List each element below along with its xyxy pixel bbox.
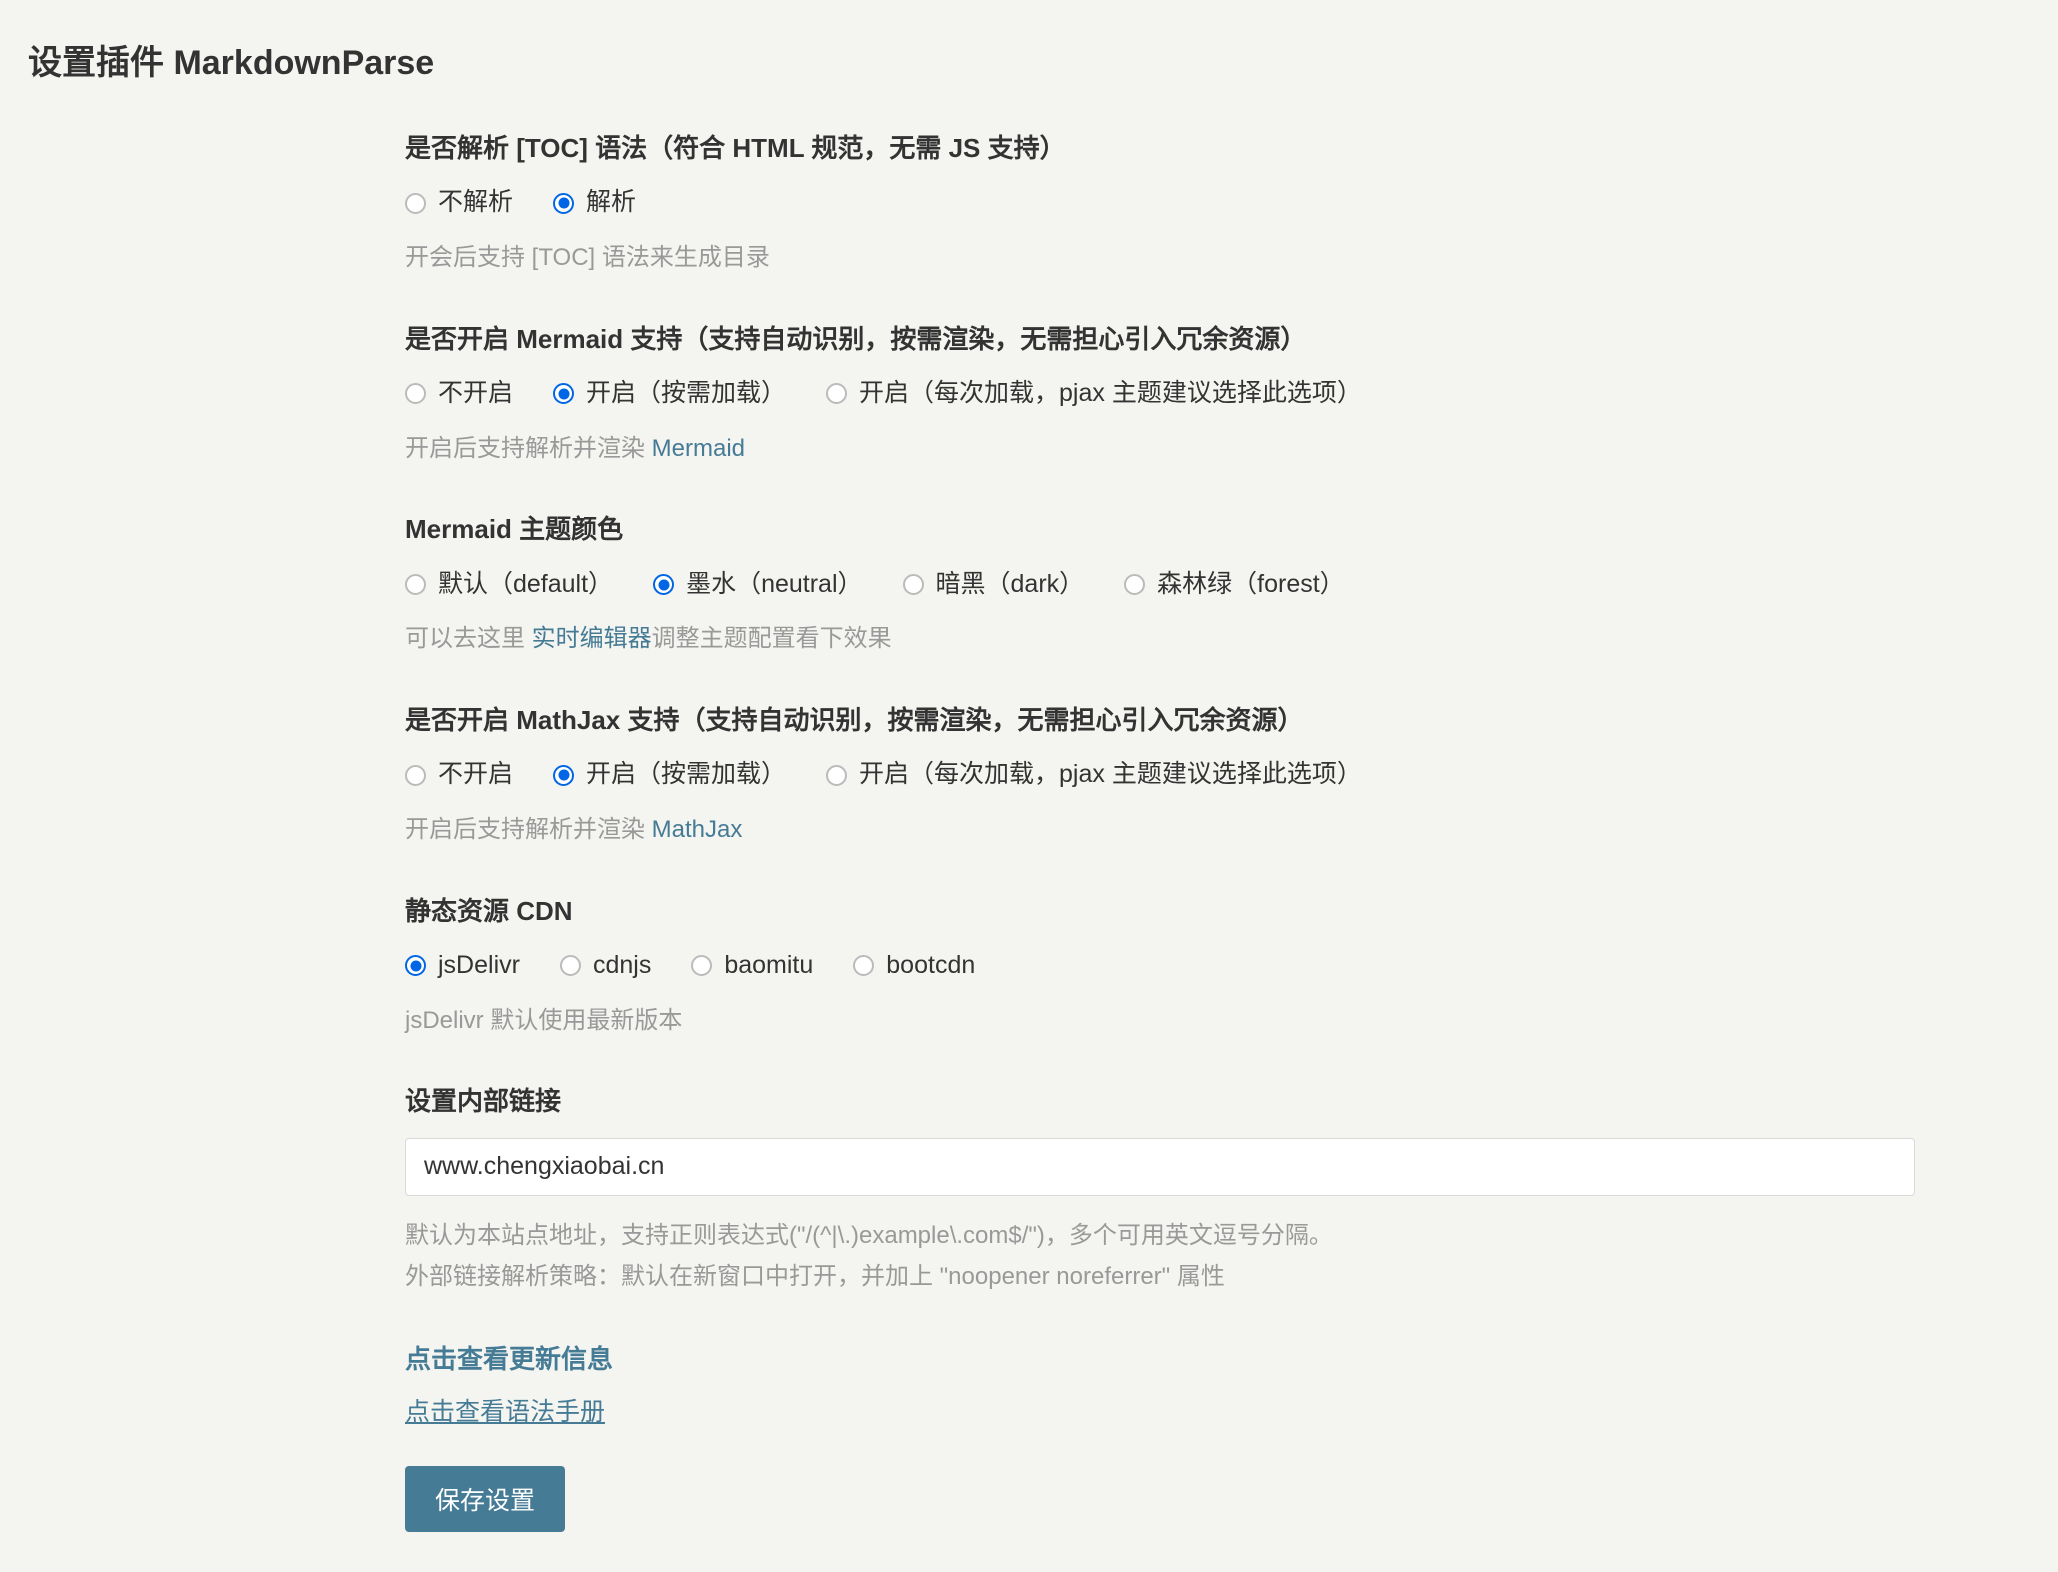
radio-label: 开启（按需加载） — [586, 375, 786, 413]
group-mermaid-desc: 开启后支持解析并渲染 Mermaid — [405, 429, 1925, 470]
radio-label: 暗黑（dark） — [936, 566, 1085, 604]
radio-icon — [553, 765, 574, 786]
internal-link-input[interactable] — [405, 1138, 1915, 1196]
radio-label: bootcdn — [886, 947, 975, 985]
radio-mathjax-0[interactable]: 不开启 — [405, 756, 513, 794]
group-cdn: 静态资源 CDN jsDelivr cdnjs baomitu bootcdn — [405, 893, 1925, 1042]
radio-icon — [405, 574, 426, 595]
radio-label: cdnjs — [593, 947, 651, 985]
radio-theme-3[interactable]: 森林绿（forest） — [1124, 566, 1345, 604]
radio-row-mermaid-theme: 默认（default） 墨水（neutral） 暗黑（dark） 森林绿（for… — [405, 566, 1925, 604]
radio-row-mathjax: 不开启 开启（按需加载） 开启（每次加载，pjax 主题建议选择此选项） — [405, 756, 1925, 794]
radio-icon — [553, 383, 574, 404]
desc-text: 开启后支持解析并渲染 — [405, 816, 652, 843]
radio-cdn-1[interactable]: cdnjs — [560, 947, 651, 985]
group-mermaid-theme: Mermaid 主题颜色 默认（default） 墨水（neutral） 暗黑（… — [405, 511, 1925, 660]
radio-cdn-3[interactable]: bootcdn — [853, 947, 975, 985]
radio-icon — [1124, 574, 1145, 595]
radio-icon — [653, 574, 674, 595]
group-mermaid-label: 是否开启 Mermaid 支持（支持自动识别，按需渲染，无需担心引入冗余资源） — [405, 321, 1925, 357]
mermaid-link[interactable]: Mermaid — [652, 435, 745, 462]
radio-row-toc: 不解析 解析 — [405, 184, 1925, 222]
radio-icon — [826, 765, 847, 786]
group-theme-desc: 可以去这里 实时编辑器调整主题配置看下效果 — [405, 619, 1925, 660]
save-button[interactable]: 保存设置 — [405, 1466, 565, 1532]
internal-desc2: 外部链接解析策略：默认在新窗口中打开，并加上 "noopener norefer… — [405, 1257, 1925, 1298]
radio-icon — [826, 383, 847, 404]
group-cdn-label: 静态资源 CDN — [405, 893, 1925, 929]
radio-theme-0[interactable]: 默认（default） — [405, 566, 613, 604]
radio-row-mermaid: 不开启 开启（按需加载） 开启（每次加载，pjax 主题建议选择此选项） — [405, 375, 1925, 413]
group-internal-label: 设置内部链接 — [405, 1083, 1925, 1119]
radio-toc-1[interactable]: 解析 — [553, 184, 636, 222]
radio-label: baomitu — [724, 947, 813, 985]
radio-icon — [405, 955, 426, 976]
group-mathjax-label: 是否开启 MathJax 支持（支持自动识别，按需渲染，无需担心引入冗余资源） — [405, 702, 1925, 738]
radio-icon — [853, 955, 874, 976]
group-toc-label: 是否解析 [TOC] 语法（符合 HTML 规范，无需 JS 支持） — [405, 130, 1925, 166]
desc-text: 可以去这里 — [405, 625, 532, 652]
radio-mermaid-2[interactable]: 开启（每次加载，pjax 主题建议选择此选项） — [826, 375, 1362, 413]
radio-label: 开启（每次加载，pjax 主题建议选择此选项） — [859, 375, 1362, 413]
radio-icon — [691, 955, 712, 976]
radio-row-cdn: jsDelivr cdnjs baomitu bootcdn — [405, 947, 1925, 985]
radio-mermaid-1[interactable]: 开启（按需加载） — [553, 375, 786, 413]
desc-text: 调整主题配置看下效果 — [652, 625, 892, 652]
radio-toc-0[interactable]: 不解析 — [405, 184, 513, 222]
radio-theme-2[interactable]: 暗黑（dark） — [903, 566, 1085, 604]
radio-icon — [405, 383, 426, 404]
group-mathjax: 是否开启 MathJax 支持（支持自动识别，按需渲染，无需担心引入冗余资源） … — [405, 702, 1925, 851]
live-editor-link[interactable]: 实时编辑器 — [532, 625, 652, 652]
radio-theme-1[interactable]: 墨水（neutral） — [653, 566, 862, 604]
update-info-title[interactable]: 点击查看更新信息 — [405, 1339, 1925, 1376]
page-title: 设置插件 MarkdownParse — [28, 35, 2030, 84]
group-mermaid: 是否开启 Mermaid 支持（支持自动识别，按需渲染，无需担心引入冗余资源） … — [405, 321, 1925, 470]
radio-label: 开启（每次加载，pjax 主题建议选择此选项） — [859, 756, 1362, 794]
radio-cdn-0[interactable]: jsDelivr — [405, 947, 520, 985]
radio-label: jsDelivr — [438, 947, 520, 985]
radio-mermaid-0[interactable]: 不开启 — [405, 375, 513, 413]
radio-mathjax-1[interactable]: 开启（按需加载） — [553, 756, 786, 794]
group-internal-link: 设置内部链接 默认为本站点地址，支持正则表达式("/(^|\.)example\… — [405, 1083, 1925, 1297]
radio-label: 不解析 — [438, 184, 513, 222]
desc-text: 开启后支持解析并渲染 — [405, 435, 652, 462]
radio-cdn-2[interactable]: baomitu — [691, 947, 813, 985]
radio-label: 墨水（neutral） — [686, 566, 862, 604]
radio-icon — [560, 955, 581, 976]
group-mathjax-desc: 开启后支持解析并渲染 MathJax — [405, 810, 1925, 851]
group-cdn-desc: jsDelivr 默认使用最新版本 — [405, 1001, 1925, 1042]
radio-mathjax-2[interactable]: 开启（每次加载，pjax 主题建议选择此选项） — [826, 756, 1362, 794]
radio-icon — [903, 574, 924, 595]
radio-icon — [405, 765, 426, 786]
radio-label: 不开启 — [438, 756, 513, 794]
internal-desc1: 默认为本站点地址，支持正则表达式("/(^|\.)example\.com$/"… — [405, 1216, 1925, 1257]
syntax-manual-link[interactable]: 点击查看语法手册 — [405, 1392, 605, 1428]
radio-label: 不开启 — [438, 375, 513, 413]
mathjax-link[interactable]: MathJax — [652, 816, 743, 843]
radio-icon — [405, 193, 426, 214]
radio-label: 默认（default） — [438, 566, 613, 604]
radio-label: 解析 — [586, 184, 636, 222]
group-toc-desc: 开会后支持 [TOC] 语法来生成目录 — [405, 238, 1925, 279]
group-mermaid-theme-label: Mermaid 主题颜色 — [405, 511, 1925, 547]
radio-icon — [553, 193, 574, 214]
radio-label: 森林绿（forest） — [1157, 566, 1345, 604]
group-toc: 是否解析 [TOC] 语法（符合 HTML 规范，无需 JS 支持） 不解析 解… — [405, 130, 1925, 279]
radio-label: 开启（按需加载） — [586, 756, 786, 794]
